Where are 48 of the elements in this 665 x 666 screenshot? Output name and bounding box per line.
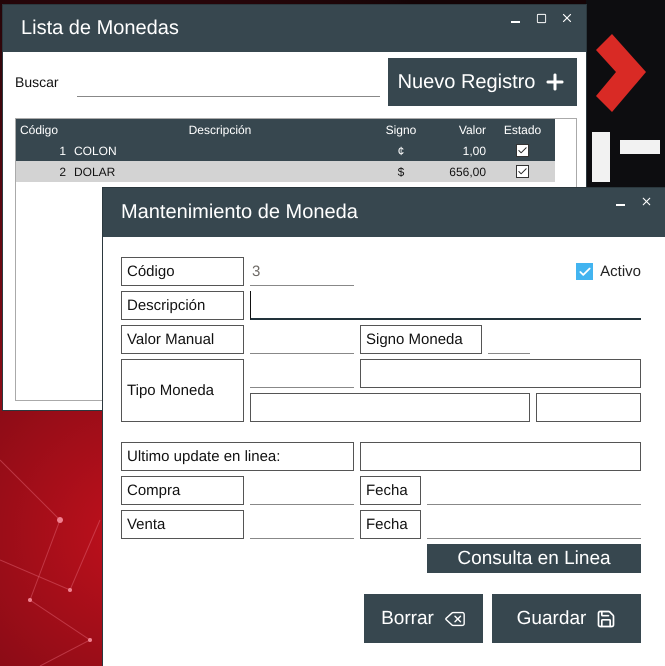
checkbox-label: Activo (600, 263, 641, 280)
checkbox[interactable] (576, 263, 594, 280)
field-label: Ultimo update en linea: (121, 442, 354, 471)
input-field[interactable] (360, 359, 641, 388)
table-cell: 1 (16, 140, 70, 161)
search-label: Buscar (15, 74, 60, 90)
table-cell: 656,00 (432, 161, 490, 182)
field-label: Venta (121, 510, 244, 539)
check-icon (517, 145, 528, 156)
maximize-icon (536, 12, 546, 24)
save-button[interactable]: Guardar (492, 594, 641, 643)
minimize-icon (510, 21, 520, 23)
table-cell: 2 (16, 161, 70, 182)
input-field[interactable] (250, 291, 641, 320)
input-field[interactable] (360, 442, 641, 471)
input-field[interactable]: 3 (250, 257, 354, 286)
close-icon (640, 194, 652, 208)
field-label: Tipo Moneda (121, 359, 244, 422)
field-label: Fecha (360, 476, 421, 505)
field-label: Fecha (360, 510, 421, 539)
input-field[interactable] (250, 393, 530, 422)
field-label: Signo Moneda (360, 325, 482, 354)
table-cell: 1,00 (432, 140, 490, 161)
minimize-icon (616, 204, 624, 206)
field-label: Código (121, 257, 244, 286)
column-header[interactable]: Descripción (70, 119, 370, 140)
check-icon (517, 166, 528, 177)
checkbox[interactable] (516, 144, 529, 157)
check-icon (578, 264, 592, 278)
field-label: Valor Manual (121, 325, 244, 354)
delete-button[interactable]: Borrar (364, 594, 483, 643)
table-cell: DOLAR (70, 161, 370, 182)
new-record-button[interactable]: Nuevo Registro (388, 58, 577, 106)
input-field[interactable] (536, 393, 641, 422)
checkbox[interactable] (516, 165, 529, 178)
window-title: Mantenimiento de Moneda (121, 201, 358, 224)
query-online-button[interactable]: Consulta en Linea (427, 544, 641, 573)
field-label: Compra (121, 476, 244, 505)
column-header[interactable]: Valor (432, 119, 490, 140)
column-header[interactable]: Código (16, 119, 70, 140)
column-header[interactable]: Estado (490, 119, 555, 140)
field-label: Descripción (121, 291, 244, 320)
table-cell: $ (370, 161, 432, 182)
table-cell: COLON (70, 140, 370, 161)
table-cell: ¢ (370, 140, 432, 161)
column-header[interactable]: Signo (370, 119, 432, 140)
window-title: Lista de Monedas (21, 17, 179, 40)
close-icon (560, 11, 574, 25)
